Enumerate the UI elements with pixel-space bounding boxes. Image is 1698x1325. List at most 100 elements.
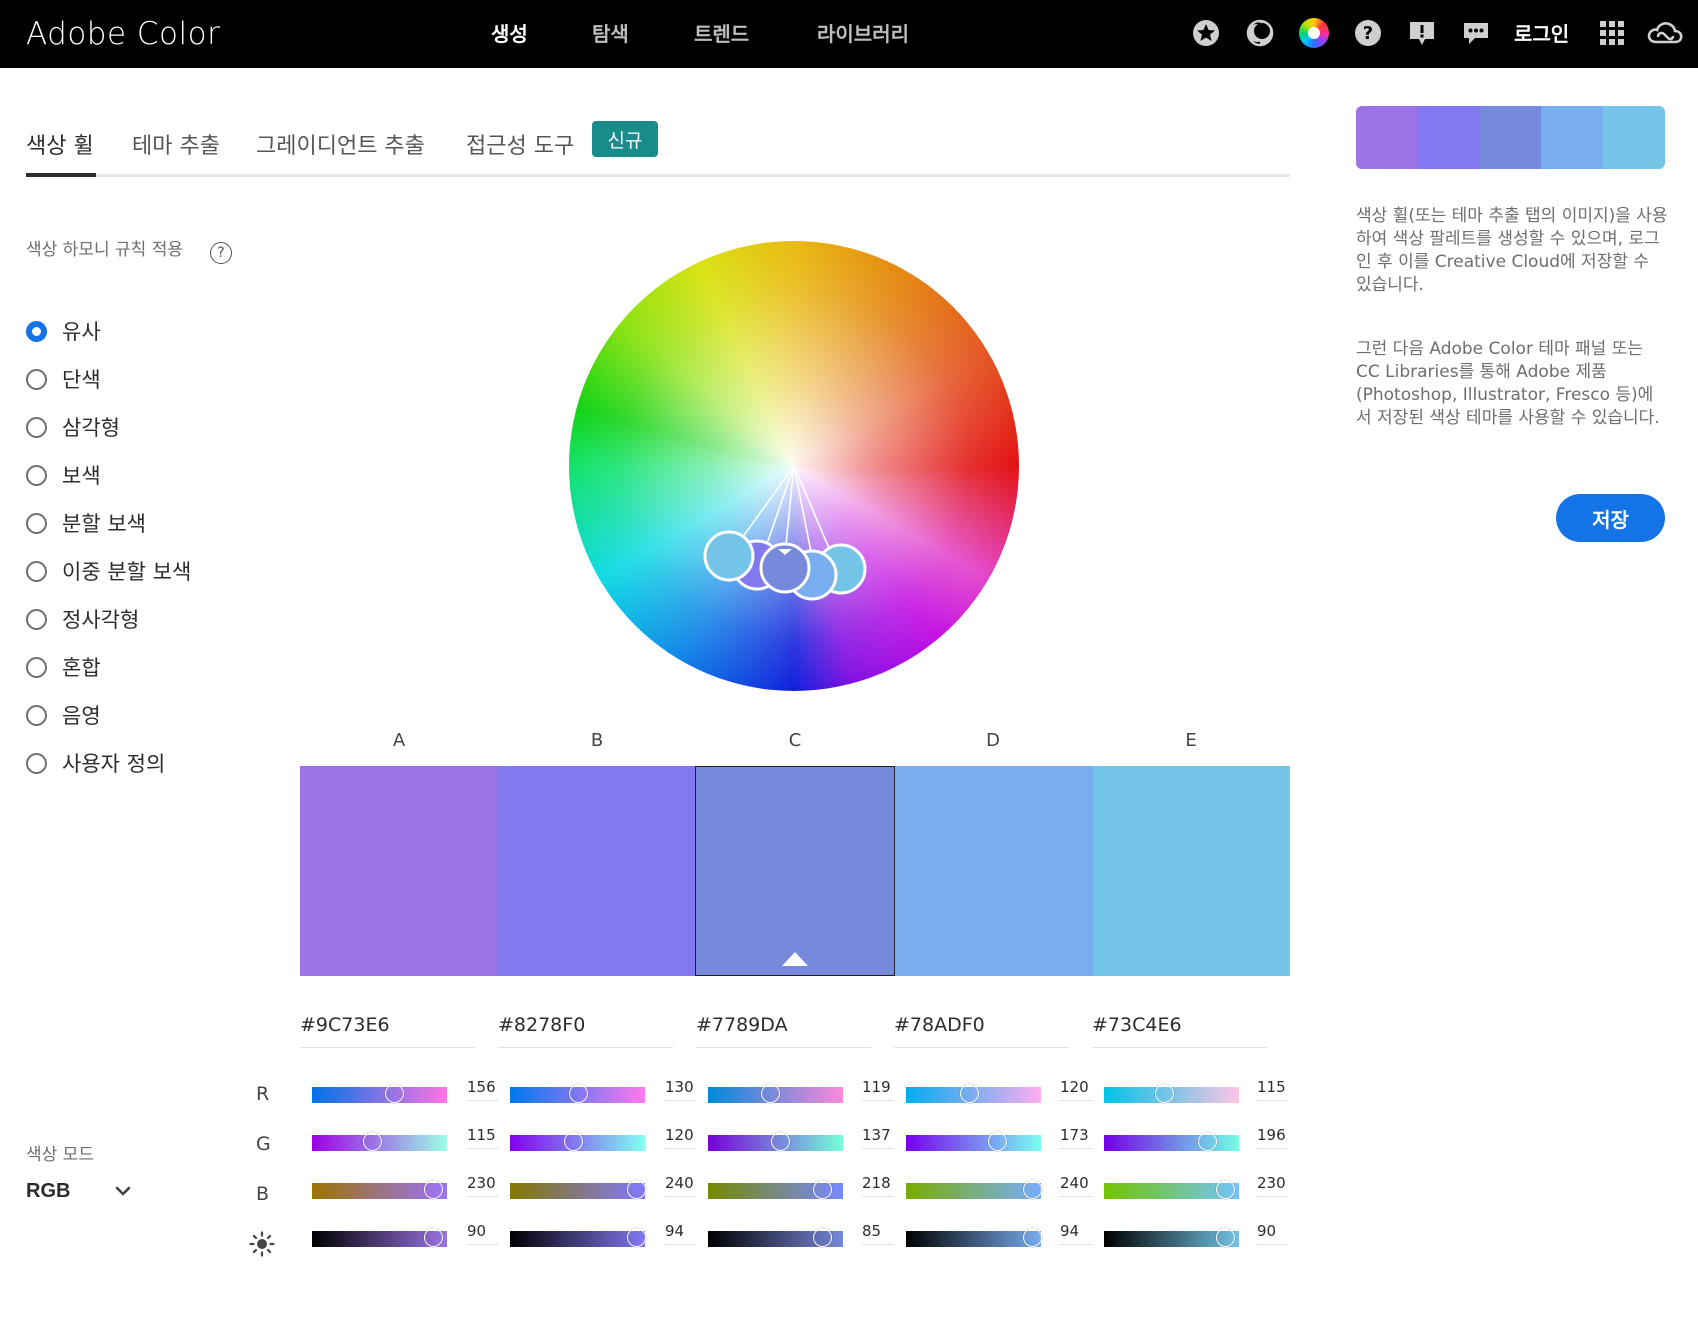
harmony-option-complementary[interactable]: 보색 <box>26 460 101 490</box>
hex-input[interactable]: #8278F0 <box>498 1014 673 1048</box>
channel-value-g[interactable]: 173 <box>1060 1126 1092 1149</box>
slider-b-c[interactable] <box>708 1180 843 1199</box>
channel-value-brightness[interactable]: 94 <box>1060 1222 1092 1245</box>
slider-b-e[interactable] <box>1104 1180 1239 1199</box>
channel-value-b[interactable]: 230 <box>1257 1174 1289 1197</box>
radio-icon[interactable] <box>26 416 47 438</box>
radio-icon[interactable] <box>26 464 47 486</box>
slider-g-e[interactable] <box>1104 1132 1239 1151</box>
slider-brightness-e[interactable] <box>1104 1228 1239 1247</box>
swatch-c[interactable] <box>695 766 895 976</box>
harmony-option-triad[interactable]: 삼각형 <box>26 412 120 442</box>
slider-knob[interactable] <box>563 1132 583 1151</box>
harmony-option-split-complementary[interactable]: 분할 보색 <box>26 508 146 538</box>
slider-knob[interactable] <box>1154 1084 1174 1103</box>
radio-icon[interactable] <box>26 512 47 534</box>
slider-knob[interactable] <box>1197 1132 1217 1151</box>
slider-knob[interactable] <box>1215 1180 1235 1199</box>
slider-brightness-b[interactable] <box>510 1228 646 1247</box>
nav-library[interactable]: 라이브러리 <box>817 18 909 47</box>
help-icon[interactable]: ? <box>1353 18 1383 48</box>
hex-input[interactable]: #9C73E6 <box>300 1014 475 1048</box>
hex-input[interactable]: #7789DA <box>696 1014 871 1048</box>
harmony-option-square[interactable]: 정사각형 <box>26 604 139 634</box>
channel-value-r[interactable]: 156 <box>467 1078 499 1101</box>
channel-value-b[interactable]: 218 <box>862 1174 894 1197</box>
channel-value-brightness[interactable]: 94 <box>665 1222 697 1245</box>
slider-knob[interactable] <box>761 1084 780 1103</box>
color-mode-select[interactable]: RGB <box>26 1180 70 1203</box>
slider-knob[interactable] <box>423 1180 443 1199</box>
harmony-option-shades[interactable]: 음영 <box>26 700 101 730</box>
channel-value-b[interactable]: 230 <box>467 1174 499 1197</box>
slider-knob[interactable] <box>959 1084 979 1103</box>
tab-extract-gradient[interactable]: 그레이디언트 추출 <box>256 128 425 160</box>
radio-icon[interactable] <box>26 704 47 726</box>
slider-brightness-a[interactable] <box>312 1228 447 1247</box>
harmony-option-analogous[interactable]: 유사 <box>26 316 101 346</box>
tab-extract-theme[interactable]: 테마 추출 <box>132 128 220 160</box>
channel-value-g[interactable]: 137 <box>862 1126 894 1149</box>
contrast-icon[interactable] <box>1245 18 1275 48</box>
slider-r-e[interactable] <box>1104 1084 1239 1103</box>
channel-value-g[interactable]: 120 <box>665 1126 697 1149</box>
color-wheel[interactable] <box>569 241 1019 691</box>
nav-create[interactable]: 생성 <box>491 18 528 47</box>
slider-g-d[interactable] <box>906 1132 1041 1151</box>
slider-r-d[interactable] <box>906 1084 1041 1103</box>
wheel-markers[interactable] <box>569 241 1019 691</box>
channel-value-b[interactable]: 240 <box>1060 1174 1092 1197</box>
channel-value-brightness[interactable]: 90 <box>1257 1222 1289 1245</box>
radio-icon[interactable] <box>26 752 47 774</box>
slider-brightness-c[interactable] <box>708 1228 843 1247</box>
chevron-down-icon[interactable] <box>113 1181 133 1201</box>
save-button[interactable]: 저장 <box>1556 494 1665 542</box>
slider-b-d[interactable] <box>906 1180 1043 1199</box>
slider-knob[interactable] <box>1022 1228 1042 1247</box>
channel-value-g[interactable]: 115 <box>467 1126 499 1149</box>
harmony-option-custom[interactable]: 사용자 정의 <box>26 748 165 778</box>
slider-knob[interactable] <box>568 1084 588 1103</box>
radio-icon[interactable] <box>26 656 47 678</box>
harmony-option-compound[interactable]: 혼합 <box>26 652 101 682</box>
creative-cloud-icon[interactable] <box>1646 18 1684 48</box>
feedback-icon[interactable] <box>1407 18 1437 48</box>
radio-checked-icon[interactable] <box>26 320 47 342</box>
harmony-option-double-split-complementary[interactable]: 이중 분할 보색 <box>26 556 191 586</box>
slider-knob[interactable] <box>362 1132 382 1151</box>
swatch-e[interactable] <box>1093 766 1290 976</box>
channel-value-brightness[interactable]: 85 <box>862 1222 894 1245</box>
nav-trends[interactable]: 트렌드 <box>694 18 749 47</box>
apps-grid-icon[interactable] <box>1597 18 1627 48</box>
channel-value-g[interactable]: 196 <box>1257 1126 1289 1149</box>
slider-knob[interactable] <box>423 1228 443 1247</box>
slider-knob[interactable] <box>770 1132 790 1151</box>
slider-knob[interactable] <box>627 1180 647 1199</box>
slider-brightness-d[interactable] <box>906 1228 1042 1247</box>
slider-r-a[interactable] <box>312 1084 447 1103</box>
slider-knob[interactable] <box>384 1084 404 1103</box>
harmony-option-monochromatic[interactable]: 단색 <box>26 364 101 394</box>
channel-value-brightness[interactable]: 90 <box>467 1222 499 1245</box>
radio-icon[interactable] <box>26 560 47 582</box>
hex-input[interactable]: #73C4E6 <box>1092 1014 1267 1048</box>
slider-knob[interactable] <box>1215 1228 1235 1247</box>
channel-value-r[interactable]: 115 <box>1257 1078 1289 1101</box>
tab-color-wheel[interactable]: 색상 휠 <box>26 128 94 160</box>
swatch-a[interactable] <box>300 766 498 976</box>
tab-accessibility-tools[interactable]: 접근성 도구 <box>466 128 574 160</box>
slider-r-b[interactable] <box>510 1084 645 1103</box>
login-link[interactable]: 로그인 <box>1514 18 1569 47</box>
star-icon[interactable] <box>1191 18 1221 48</box>
slider-b-a[interactable] <box>312 1180 447 1199</box>
channel-value-r[interactable]: 120 <box>1060 1078 1092 1101</box>
radio-icon[interactable] <box>26 368 47 390</box>
channel-value-b[interactable]: 240 <box>665 1174 697 1197</box>
nav-explore[interactable]: 탐색 <box>592 18 629 47</box>
chat-icon[interactable] <box>1461 18 1491 48</box>
color-wheel-icon[interactable] <box>1299 18 1329 48</box>
slider-r-c[interactable] <box>708 1084 843 1103</box>
radio-icon[interactable] <box>26 608 47 630</box>
slider-knob[interactable] <box>987 1132 1007 1151</box>
slider-knob[interactable] <box>626 1228 646 1247</box>
